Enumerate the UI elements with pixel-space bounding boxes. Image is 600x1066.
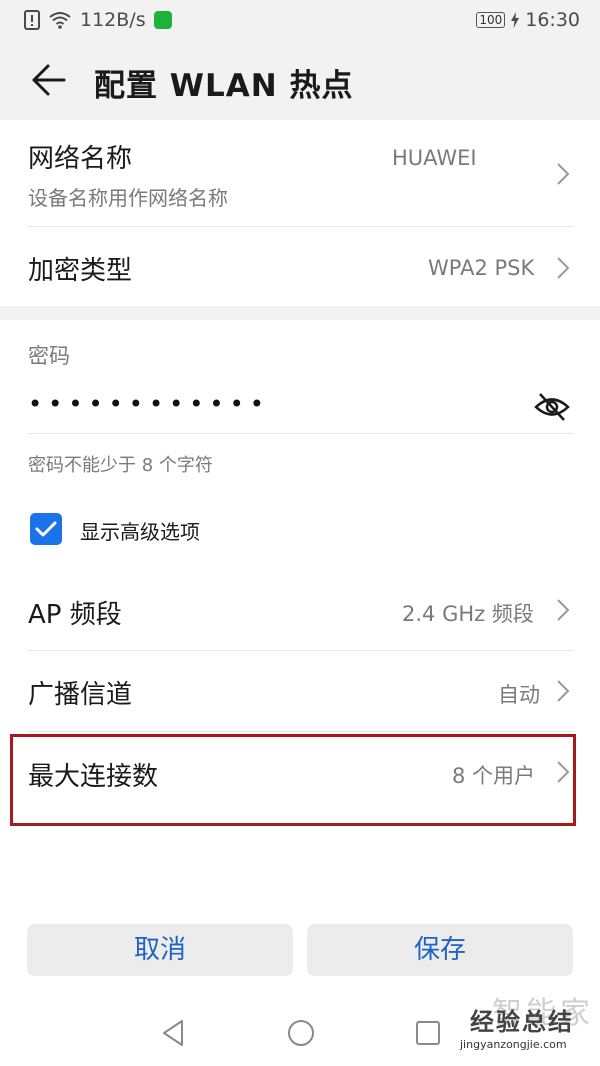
checkmark-icon bbox=[35, 521, 57, 537]
save-button[interactable]: 保存 bbox=[307, 924, 573, 976]
back-arrow-icon[interactable] bbox=[28, 60, 68, 100]
alert-icon bbox=[24, 10, 40, 30]
status-right: 100 16:30 bbox=[476, 9, 580, 31]
divider bbox=[28, 226, 574, 227]
charging-icon bbox=[511, 12, 520, 28]
highlight-box bbox=[10, 734, 576, 826]
nav-home-icon[interactable] bbox=[286, 1018, 316, 1048]
iqiyi-app-icon bbox=[153, 11, 172, 29]
encryption-label: 加密类型 bbox=[28, 256, 133, 286]
divider bbox=[28, 650, 574, 651]
chevron-right-icon bbox=[557, 599, 570, 621]
advanced-options-checkbox[interactable] bbox=[30, 513, 62, 545]
nav-back-icon[interactable] bbox=[160, 1018, 186, 1048]
ap-band-label: AP 频段 bbox=[28, 600, 122, 630]
password-field[interactable]: •••••••••••• bbox=[28, 390, 270, 418]
status-left: 112B/s bbox=[24, 9, 172, 31]
network-name-value: HUAWEI bbox=[392, 146, 477, 170]
network-name-subtitle: 设备名称用作网络名称 bbox=[28, 186, 228, 210]
advanced-options-label: 显示高级选项 bbox=[80, 520, 200, 544]
chevron-right-icon bbox=[557, 163, 570, 185]
eye-off-icon[interactable] bbox=[532, 390, 572, 424]
ap-band-value: 2.4 GHz 频段 bbox=[402, 602, 534, 626]
watermark: 智能家 经验总结 jingyanzongjie.com bbox=[460, 996, 600, 1066]
network-name-label: 网络名称 bbox=[28, 144, 133, 174]
password-underline bbox=[28, 433, 574, 434]
app-bar: 配置 WLAN 热点 bbox=[0, 42, 600, 120]
clock: 16:30 bbox=[525, 9, 580, 31]
cancel-button[interactable]: 取消 bbox=[27, 924, 293, 976]
chevron-right-icon bbox=[557, 680, 570, 702]
status-bar: 112B/s 100 16:30 bbox=[0, 0, 600, 42]
battery-icon: 100 bbox=[476, 12, 506, 28]
encryption-value: WPA2 PSK bbox=[428, 256, 535, 280]
network-speed: 112B/s bbox=[80, 9, 146, 31]
chevron-right-icon bbox=[557, 257, 570, 279]
watermark-url: jingyanzongjie.com bbox=[460, 1038, 567, 1051]
password-hint: 密码不能少于 8 个字符 bbox=[28, 455, 213, 476]
nav-recents-icon[interactable] bbox=[414, 1018, 442, 1048]
watermark-title: 经验总结 bbox=[470, 1008, 574, 1036]
page-title: 配置 WLAN 热点 bbox=[94, 68, 354, 104]
divider bbox=[28, 731, 574, 732]
channel-value: 自动 bbox=[498, 683, 540, 707]
password-label: 密码 bbox=[28, 344, 70, 368]
wifi-icon bbox=[49, 12, 71, 29]
channel-label: 广播信道 bbox=[28, 680, 133, 710]
